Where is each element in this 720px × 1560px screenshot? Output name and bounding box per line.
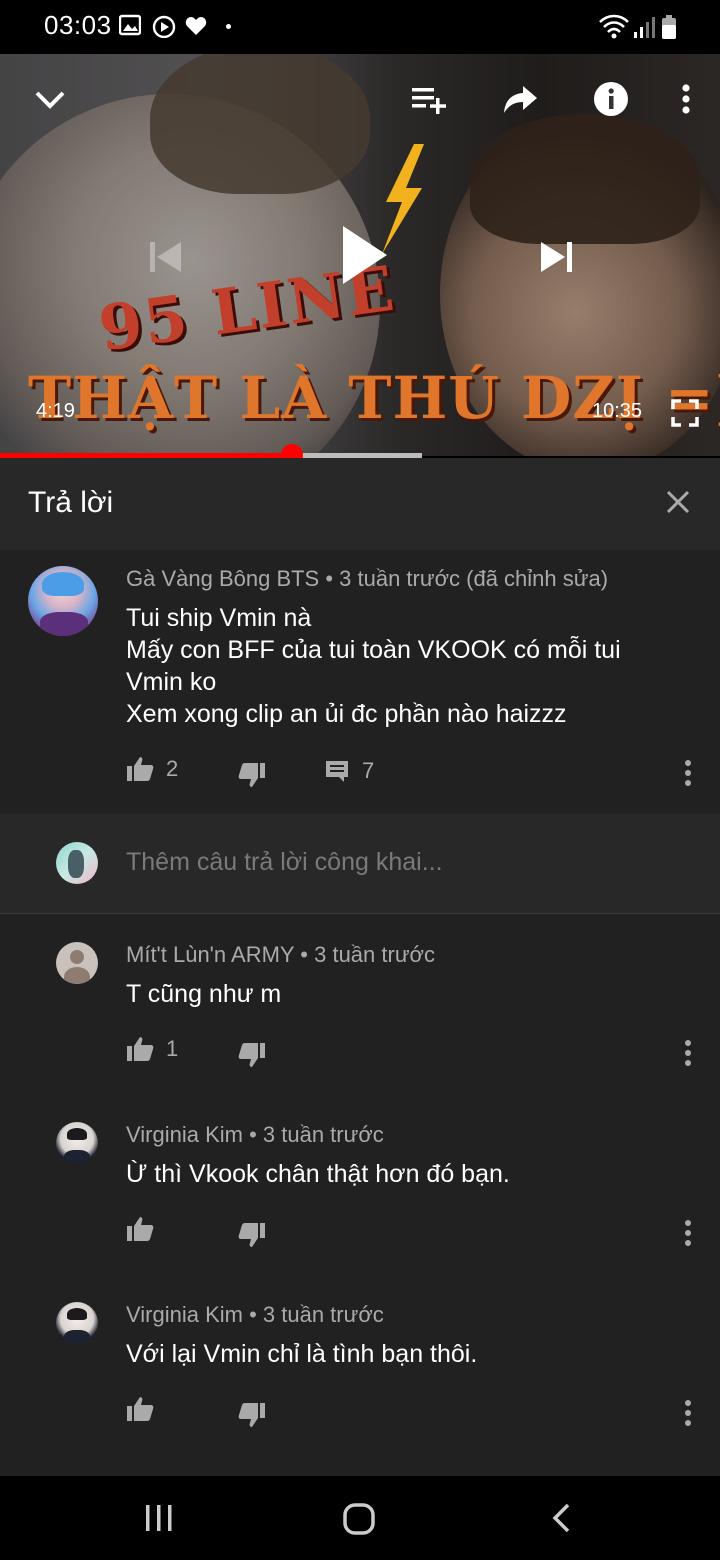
thumb-down-icon: [238, 1043, 265, 1067]
play-icon: [343, 226, 387, 284]
share-button[interactable]: [500, 80, 542, 120]
dislike-button[interactable]: [238, 1402, 266, 1428]
my-avatar: [56, 842, 98, 884]
next-button[interactable]: [532, 232, 582, 282]
reply-author-meta[interactable]: Virginia Kim • 3 tuần trước: [126, 1302, 384, 1328]
heart-icon: [185, 17, 207, 35]
comment-line: Vmin ko: [126, 668, 217, 696]
previous-button[interactable]: [140, 232, 190, 282]
thumb-up-icon: [127, 1217, 154, 1241]
panel-title: Trả lời: [28, 486, 114, 519]
play-button[interactable]: [332, 220, 396, 290]
status-time: 03:03: [44, 10, 112, 40]
signal-icon: [634, 17, 655, 38]
total-time: 10:35: [592, 400, 643, 422]
video-player[interactable]: 95 LINE THẬT LÀ THÚ DZỊ =]] 4:19 10:35: [0, 54, 720, 456]
like-button[interactable]: 2: [126, 756, 178, 782]
add-reply-input[interactable]: Thêm câu trả lời công khai...: [126, 848, 443, 877]
recent-apps-icon[interactable]: [144, 1504, 174, 1532]
avatar[interactable]: [56, 1302, 98, 1344]
dislike-button[interactable]: [238, 1042, 266, 1068]
reply-item: Virginia Kim • 3 tuần trước Với lại Vmin…: [0, 1288, 720, 1468]
comment-more-icon[interactable]: [682, 1038, 694, 1068]
minimize-button[interactable]: [30, 80, 70, 120]
reply-text: Với lại Vmin chỉ là tình bạn thôi.: [126, 1340, 478, 1368]
skip-next-icon: [541, 242, 572, 272]
close-icon: [666, 490, 690, 514]
panel-header: Trả lời: [0, 458, 720, 550]
dislike-button[interactable]: [238, 1222, 266, 1248]
replies-panel: Trả lời Gà Vàng Bông BTS • 3 tuần trước …: [0, 458, 720, 1476]
like-button[interactable]: 1: [126, 1036, 178, 1062]
dot-icon: [226, 24, 231, 29]
parent-comment: Gà Vàng Bông BTS • 3 tuần trước (đã chỉn…: [0, 550, 720, 814]
current-time: 4:19: [36, 400, 75, 422]
comment-more-icon[interactable]: [682, 1218, 694, 1248]
media-icon: [152, 15, 176, 38]
thumb-down-icon: [238, 1223, 265, 1247]
fullscreen-icon: [671, 399, 699, 427]
replies-button[interactable]: 7: [324, 758, 374, 784]
more-options-button[interactable]: [672, 78, 700, 120]
reply-item: Virginia Kim • 3 tuần trước Ừ thì Vkook …: [0, 1108, 720, 1288]
playlist-add-icon: [412, 88, 446, 114]
info-button[interactable]: [590, 78, 632, 120]
battery-icon: [662, 15, 676, 39]
skip-previous-icon: [150, 242, 181, 272]
avatar[interactable]: [56, 1122, 98, 1164]
home-icon[interactable]: [342, 1502, 376, 1536]
comment-more-icon[interactable]: [682, 1398, 694, 1428]
back-icon[interactable]: [550, 1502, 572, 1534]
wifi-icon: [599, 14, 629, 39]
fullscreen-button[interactable]: [666, 394, 704, 432]
reply-author-meta[interactable]: Mít't Lùn'n ARMY • 3 tuần trước: [126, 942, 435, 968]
comment-line: Xem xong clip an ủi đc phần nào haizzz: [126, 700, 567, 728]
comment-icon: [326, 761, 348, 782]
info-icon: [594, 82, 628, 116]
avatar[interactable]: [28, 566, 98, 636]
reply-count: 7: [362, 758, 375, 783]
add-reply-row[interactable]: Thêm câu trả lời công khai...: [0, 814, 720, 914]
like-button[interactable]: [126, 1396, 154, 1422]
comment-more-icon[interactable]: [682, 758, 694, 788]
more-vert-icon: [682, 84, 690, 114]
close-button[interactable]: [660, 484, 696, 520]
share-icon: [504, 86, 537, 113]
add-to-playlist-button[interactable]: [408, 80, 450, 120]
comment-line: Tui ship Vmin nà: [126, 604, 312, 632]
chevron-down-icon: [35, 91, 65, 109]
thumb-up-icon: [127, 757, 154, 781]
like-button[interactable]: [126, 1216, 154, 1242]
status-bar: 03:03: [0, 0, 720, 54]
gallery-icon: [119, 14, 141, 36]
dislike-button[interactable]: [238, 762, 266, 788]
reply-text: Ừ thì Vkook chân thật hơn đó bạn.: [126, 1160, 510, 1188]
like-count: 1: [166, 1036, 179, 1061]
system-nav-bar: [0, 1476, 720, 1560]
comment-line: Mấy con BFF của tui toàn VKOOK có mỗi tu…: [126, 636, 621, 664]
thumb-up-icon: [127, 1037, 154, 1061]
avatar[interactable]: [56, 942, 98, 984]
comment-author-meta[interactable]: Gà Vàng Bông BTS • 3 tuần trước (đã chỉn…: [126, 566, 608, 592]
reply-text: T cũng như m: [126, 980, 282, 1008]
thumb-down-icon: [238, 1403, 265, 1427]
thumb-down-icon: [238, 763, 265, 787]
reply-item: Mít't Lùn'n ARMY • 3 tuần trước T cũng n…: [0, 928, 720, 1108]
thumb-up-icon: [127, 1397, 154, 1421]
reply-author-meta[interactable]: Virginia Kim • 3 tuần trước: [126, 1122, 384, 1148]
like-count: 2: [166, 756, 179, 781]
